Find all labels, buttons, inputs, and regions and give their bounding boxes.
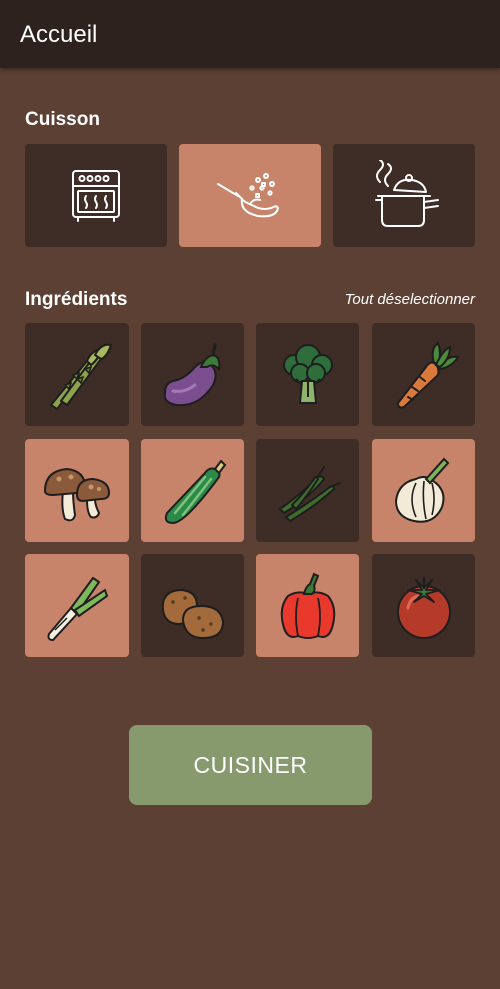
potato-icon <box>161 588 224 639</box>
onion-icon <box>394 457 449 523</box>
boiling-pot-icon <box>375 159 439 227</box>
app-title: Accueil <box>20 21 98 48</box>
ingredient-onion[interactable] <box>372 439 475 542</box>
ingredient-green-beans[interactable] <box>256 439 359 542</box>
cooking-method-oven[interactable] <box>25 144 167 247</box>
bell-pepper-icon <box>280 572 335 639</box>
mushroom-icon <box>43 467 111 521</box>
carrot-icon <box>396 340 460 408</box>
zucchini-icon <box>164 458 226 524</box>
oven-icon <box>72 169 120 222</box>
ingredient-mushroom[interactable] <box>25 439 129 542</box>
ingredient-carrot[interactable] <box>372 323 475 426</box>
app-bar: Accueil <box>0 0 500 68</box>
leek-icon <box>47 576 109 641</box>
ingredient-zucchini[interactable] <box>141 439 244 542</box>
ingredients-section-title: Ingrédients <box>25 289 128 310</box>
ingredient-tomato[interactable] <box>372 554 475 657</box>
ingredient-eggplant[interactable] <box>141 323 244 426</box>
cook-button[interactable]: CUISINER <box>129 725 372 805</box>
broccoli-icon <box>282 343 333 404</box>
asparagus-icon <box>49 343 113 410</box>
ingredient-potato[interactable] <box>141 554 244 657</box>
ingredient-bell-pepper[interactable] <box>256 554 359 657</box>
ingredient-asparagus[interactable] <box>25 323 129 426</box>
cooking-method-pan[interactable] <box>179 144 321 247</box>
ingredient-leek[interactable] <box>25 554 129 657</box>
cooking-method-pot[interactable] <box>333 144 475 247</box>
deselect-all-link[interactable]: Tout déselectionner <box>345 291 475 308</box>
ingredient-broccoli[interactable] <box>256 323 359 426</box>
tomato-icon <box>396 576 451 639</box>
cooking-section-title: Cuisson <box>25 109 100 130</box>
eggplant-icon <box>163 343 220 406</box>
green-beans-icon <box>277 465 341 522</box>
frying-pan-icon <box>217 172 279 217</box>
